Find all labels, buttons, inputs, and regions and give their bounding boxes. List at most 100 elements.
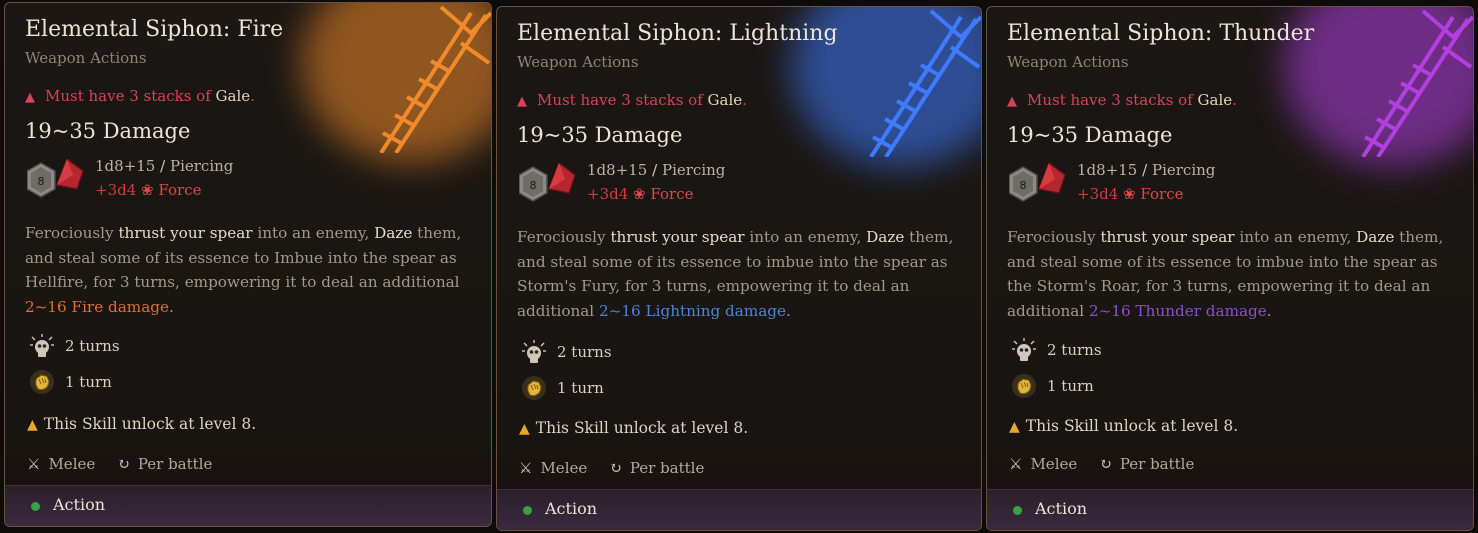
dice-roll-text: 1d8+15 — [95, 157, 156, 175]
elemental-damage[interactable]: 2~16 Thunder damage — [1089, 302, 1267, 320]
skull-stun-icon — [1012, 338, 1036, 361]
requirement-line: ▲ Must have 3 stacks of Gale. — [517, 91, 747, 109]
action-dot-icon — [31, 502, 40, 511]
svg-text:8: 8 — [1020, 179, 1027, 192]
requirement-keyword[interactable]: Gale — [1198, 91, 1233, 109]
dice-piercing: 1d8+15 ∕ Piercing — [587, 161, 725, 179]
tooltip-card-thunder: Elemental Siphon: Thunder Weapon Actions… — [986, 6, 1474, 531]
duration-label: 2 turns — [65, 337, 120, 355]
crossed-swords-icon: ⚔ — [519, 459, 533, 477]
unlock-text: This Skill unlock at level 8. — [1025, 417, 1239, 435]
action-label: Action — [53, 495, 105, 514]
damage-type-label[interactable]: Force — [650, 185, 693, 203]
requirement-text: Must have 3 stacks of — [45, 87, 216, 105]
keyword-thrust[interactable]: thrust your spear — [610, 228, 744, 246]
action-label: Action — [1035, 499, 1087, 518]
requirement-suffix: . — [1232, 91, 1237, 109]
piercing-icon: ∕ — [652, 161, 658, 179]
dice-force: +3d4 ❀ Force — [1077, 185, 1183, 203]
cooldown-label: 1 turn — [65, 373, 112, 391]
range-label: Melee — [1030, 455, 1078, 473]
damage-total: 19~35 Damage — [1007, 123, 1173, 147]
dice-roll-text: +3d4 — [95, 181, 137, 199]
svg-text:8: 8 — [38, 175, 45, 188]
dice-icon: 8 — [519, 163, 576, 202]
elemental-damage[interactable]: 2~16 Fire damage — [25, 298, 169, 316]
warning-icon: ▲ — [1007, 94, 1017, 109]
range-label: Melee — [540, 459, 588, 477]
skill-description: Ferociously thrust your spear into an en… — [1007, 228, 1444, 320]
skill-title: Elemental Siphon: Thunder — [1007, 21, 1315, 46]
requirement-keyword[interactable]: Gale — [708, 91, 743, 109]
cooldown-stat: 1 turn — [1011, 373, 1094, 399]
force-icon: ❀ — [141, 181, 154, 199]
requirement-line: ▲ Must have 3 stacks of Gale. — [25, 87, 255, 105]
skill-title: Elemental Siphon: Fire — [25, 17, 284, 42]
damage-total: 19~35 Damage — [25, 119, 191, 143]
keyword-thrust[interactable]: thrust your spear — [118, 224, 252, 242]
warning-icon: ▲ — [1009, 419, 1020, 435]
damage-total: 19~35 Damage — [517, 123, 683, 147]
keyword-daze[interactable]: Daze — [1356, 228, 1394, 246]
skull-stun-icon — [522, 340, 546, 363]
skill-description: Ferociously thrust your spear into an en… — [517, 228, 954, 320]
warning-icon: ▲ — [517, 94, 527, 109]
keyword-thrust[interactable]: thrust your spear — [1100, 228, 1234, 246]
damage-type-label[interactable]: Piercing — [1152, 161, 1215, 179]
action-cost-bar: Action — [5, 485, 491, 526]
requirement-line: ▲ Must have 3 stacks of Gale. — [1007, 91, 1237, 109]
duration-stat: 2 turns — [521, 339, 612, 365]
tooltip-card-lightning: Elemental Siphon: Lightning Weapon Actio… — [496, 6, 982, 531]
unlock-notice: ▲ This Skill unlock at level 8. — [1009, 417, 1238, 435]
dice-force: +3d4 ❀ Force — [95, 181, 201, 199]
crossed-swords-icon: ⚔ — [1009, 455, 1023, 473]
cooldown-label: 1 turn — [1047, 377, 1094, 395]
recharge-icon: ↻ — [1099, 455, 1112, 473]
dice-roll-text: +3d4 — [587, 185, 629, 203]
skill-description: Ferociously thrust your spear into an en… — [25, 224, 462, 316]
recharge-label: Per battle — [1119, 455, 1195, 473]
requirement-keyword[interactable]: Gale — [216, 87, 251, 105]
damage-type-label[interactable]: Force — [1140, 185, 1183, 203]
elemental-damage[interactable]: 2~16 Lightning damage — [599, 302, 786, 320]
tooltip-card-fire: Elemental Siphon: Fire Weapon Actions ▲ M… — [4, 2, 492, 527]
warning-icon: ▲ — [519, 421, 530, 437]
dice-icon: 8 — [27, 159, 84, 198]
fist-icon — [30, 370, 54, 394]
dice-piercing: 1d8+15 ∕ Piercing — [1077, 161, 1215, 179]
duration-stat: 2 turns — [29, 333, 120, 359]
keyword-daze[interactable]: Daze — [374, 224, 412, 242]
fist-icon — [1012, 374, 1036, 398]
skull-stun-icon — [30, 334, 54, 357]
action-dot-icon — [523, 506, 532, 515]
damage-type-label[interactable]: Force — [158, 181, 201, 199]
force-icon: ❀ — [633, 185, 646, 203]
action-label: Action — [545, 499, 597, 518]
duration-label: 2 turns — [1047, 341, 1102, 359]
requirement-suffix: . — [742, 91, 747, 109]
unlock-text: This Skill unlock at level 8. — [535, 419, 749, 437]
keyword-daze[interactable]: Daze — [866, 228, 904, 246]
dice-roll-text: 1d8+15 — [587, 161, 648, 179]
duration-label: 2 turns — [557, 343, 612, 361]
unlock-notice: ▲ This Skill unlock at level 8. — [27, 415, 256, 433]
action-dot-icon — [1013, 506, 1022, 515]
range-recharge-row: ⚔ Melee ↻ Per battle — [27, 455, 212, 473]
unlock-text: This Skill unlock at level 8. — [43, 415, 257, 433]
piercing-icon: ∕ — [1142, 161, 1148, 179]
damage-type-label[interactable]: Piercing — [662, 161, 725, 179]
range-recharge-row: ⚔ Melee ↻ Per battle — [1009, 455, 1194, 473]
tooltip-row: Elemental Siphon: Fire Weapon Actions ▲ M… — [0, 0, 1478, 533]
dice-force: +3d4 ❀ Force — [587, 185, 693, 203]
action-cost-bar: Action — [987, 489, 1473, 530]
recharge-label: Per battle — [137, 455, 213, 473]
recharge-icon: ↻ — [609, 459, 622, 477]
requirement-text: Must have 3 stacks of — [1027, 91, 1198, 109]
svg-text:8: 8 — [530, 179, 537, 192]
dice-piercing: 1d8+15 ∕ Piercing — [95, 157, 233, 175]
damage-type-label[interactable]: Piercing — [170, 157, 233, 175]
action-cost-bar: Action — [497, 489, 981, 530]
cooldown-stat: 1 turn — [29, 369, 112, 395]
piercing-icon: ∕ — [160, 157, 166, 175]
skill-category: Weapon Actions — [517, 53, 639, 71]
